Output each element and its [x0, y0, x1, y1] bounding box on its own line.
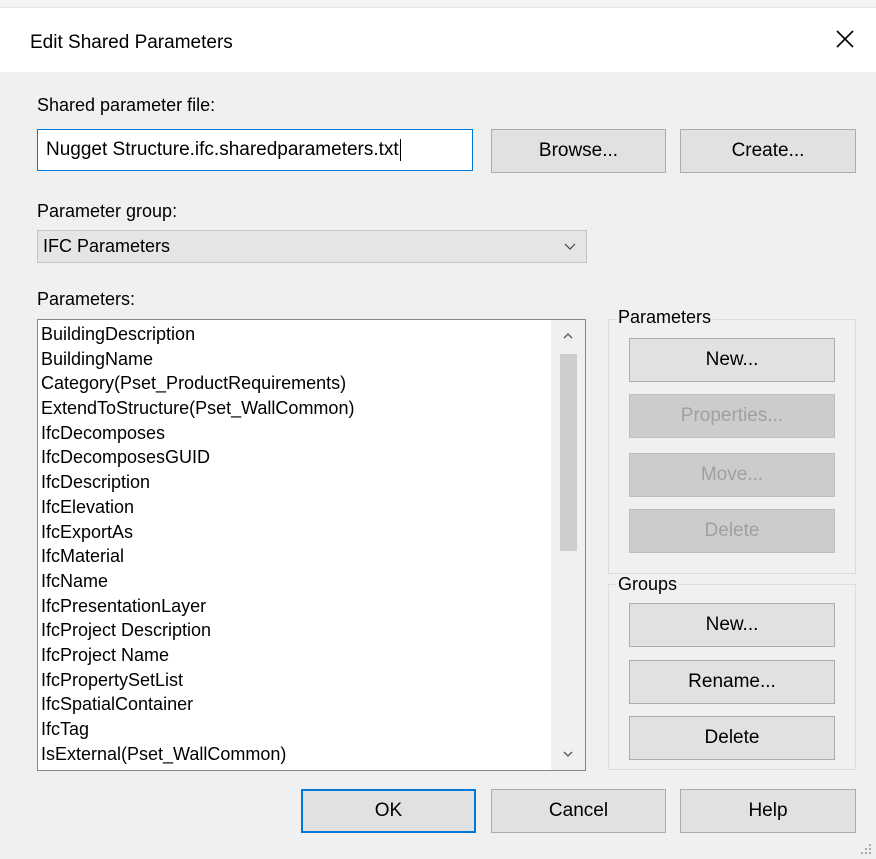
list-item[interactable]: BuildingDescription	[38, 322, 550, 347]
parameters-scrollbar[interactable]	[551, 320, 585, 770]
properties-button[interactable]: Properties...	[629, 394, 835, 438]
help-button[interactable]: Help	[680, 789, 856, 833]
list-item[interactable]: IfcTag	[38, 717, 550, 742]
shared-file-value: Nugget Structure.ifc.sharedparameters.tx…	[46, 139, 399, 160]
scroll-up-button[interactable]	[551, 320, 585, 352]
cancel-button[interactable]: Cancel	[491, 789, 666, 833]
close-button[interactable]	[832, 26, 858, 52]
list-item[interactable]: BuildingName	[38, 347, 550, 372]
list-item[interactable]: IfcSpatialContainer	[38, 692, 550, 717]
list-item[interactable]: IfcPropertySetList	[38, 668, 550, 693]
new-parameter-button[interactable]: New...	[629, 338, 835, 382]
chevron-down-icon	[563, 751, 573, 757]
rename-group-button[interactable]: Rename...	[629, 660, 835, 704]
edit-shared-parameters-dialog: Edit Shared Parameters Shared parameter …	[0, 8, 876, 859]
window-top-strip	[0, 0, 876, 8]
list-item[interactable]: IfcDecomposes	[38, 421, 550, 446]
list-item[interactable]: Category(Pset_ProductRequirements)	[38, 371, 550, 396]
parameter-group-label: Parameter group:	[37, 201, 178, 221]
list-item[interactable]: IfcPresentationLayer	[38, 594, 550, 619]
parameters-group-title: Parameters	[616, 307, 714, 328]
title-bar: Edit Shared Parameters	[0, 8, 876, 72]
parameters-list-label: Parameters:	[37, 289, 136, 309]
parameter-group-select[interactable]: IFC Parameters	[37, 230, 587, 263]
browse-button[interactable]: Browse...	[491, 129, 666, 173]
list-item[interactable]: IfcName	[38, 569, 550, 594]
shared-file-label: Shared parameter file:	[37, 95, 216, 115]
ok-button[interactable]: OK	[301, 789, 476, 833]
chevron-up-icon	[563, 333, 573, 339]
list-item[interactable]: IfcDecomposesGUID	[38, 445, 550, 470]
chevron-down-icon	[564, 243, 576, 250]
groups-group-title: Groups	[616, 574, 680, 595]
delete-group-button[interactable]: Delete	[629, 716, 835, 760]
new-group-button[interactable]: New...	[629, 603, 835, 647]
close-icon	[836, 30, 854, 48]
list-item[interactable]: IfcProject Description	[38, 618, 550, 643]
parameter-group-selected: IFC Parameters	[43, 236, 171, 256]
parameters-list: BuildingDescription BuildingName Category(…	[38, 322, 550, 766]
resize-grip-icon[interactable]	[860, 843, 872, 855]
move-button[interactable]: Move...	[629, 453, 835, 497]
list-item[interactable]: IfcProject Name	[38, 643, 550, 668]
shared-file-field[interactable]: Nugget Structure.ifc.sharedparameters.tx…	[37, 129, 473, 171]
list-item[interactable]: IfcMaterial	[38, 544, 550, 569]
scroll-down-button[interactable]	[551, 738, 585, 770]
dialog-title: Edit Shared Parameters	[30, 32, 233, 53]
list-item[interactable]: IfcElevation	[38, 495, 550, 520]
text-caret	[399, 138, 401, 161]
scroll-thumb[interactable]	[560, 354, 577, 551]
list-item[interactable]: IfcExportAs	[38, 520, 550, 545]
list-item[interactable]: IsExternal(Pset_WallCommon)	[38, 742, 550, 767]
parameters-listbox[interactable]: BuildingDescription BuildingName Category(…	[37, 319, 586, 771]
create-button[interactable]: Create...	[680, 129, 856, 173]
list-item[interactable]: ExtendToStructure(Pset_WallCommon)	[38, 396, 550, 421]
delete-parameter-button[interactable]: Delete	[629, 509, 835, 553]
list-item[interactable]: IfcDescription	[38, 470, 550, 495]
